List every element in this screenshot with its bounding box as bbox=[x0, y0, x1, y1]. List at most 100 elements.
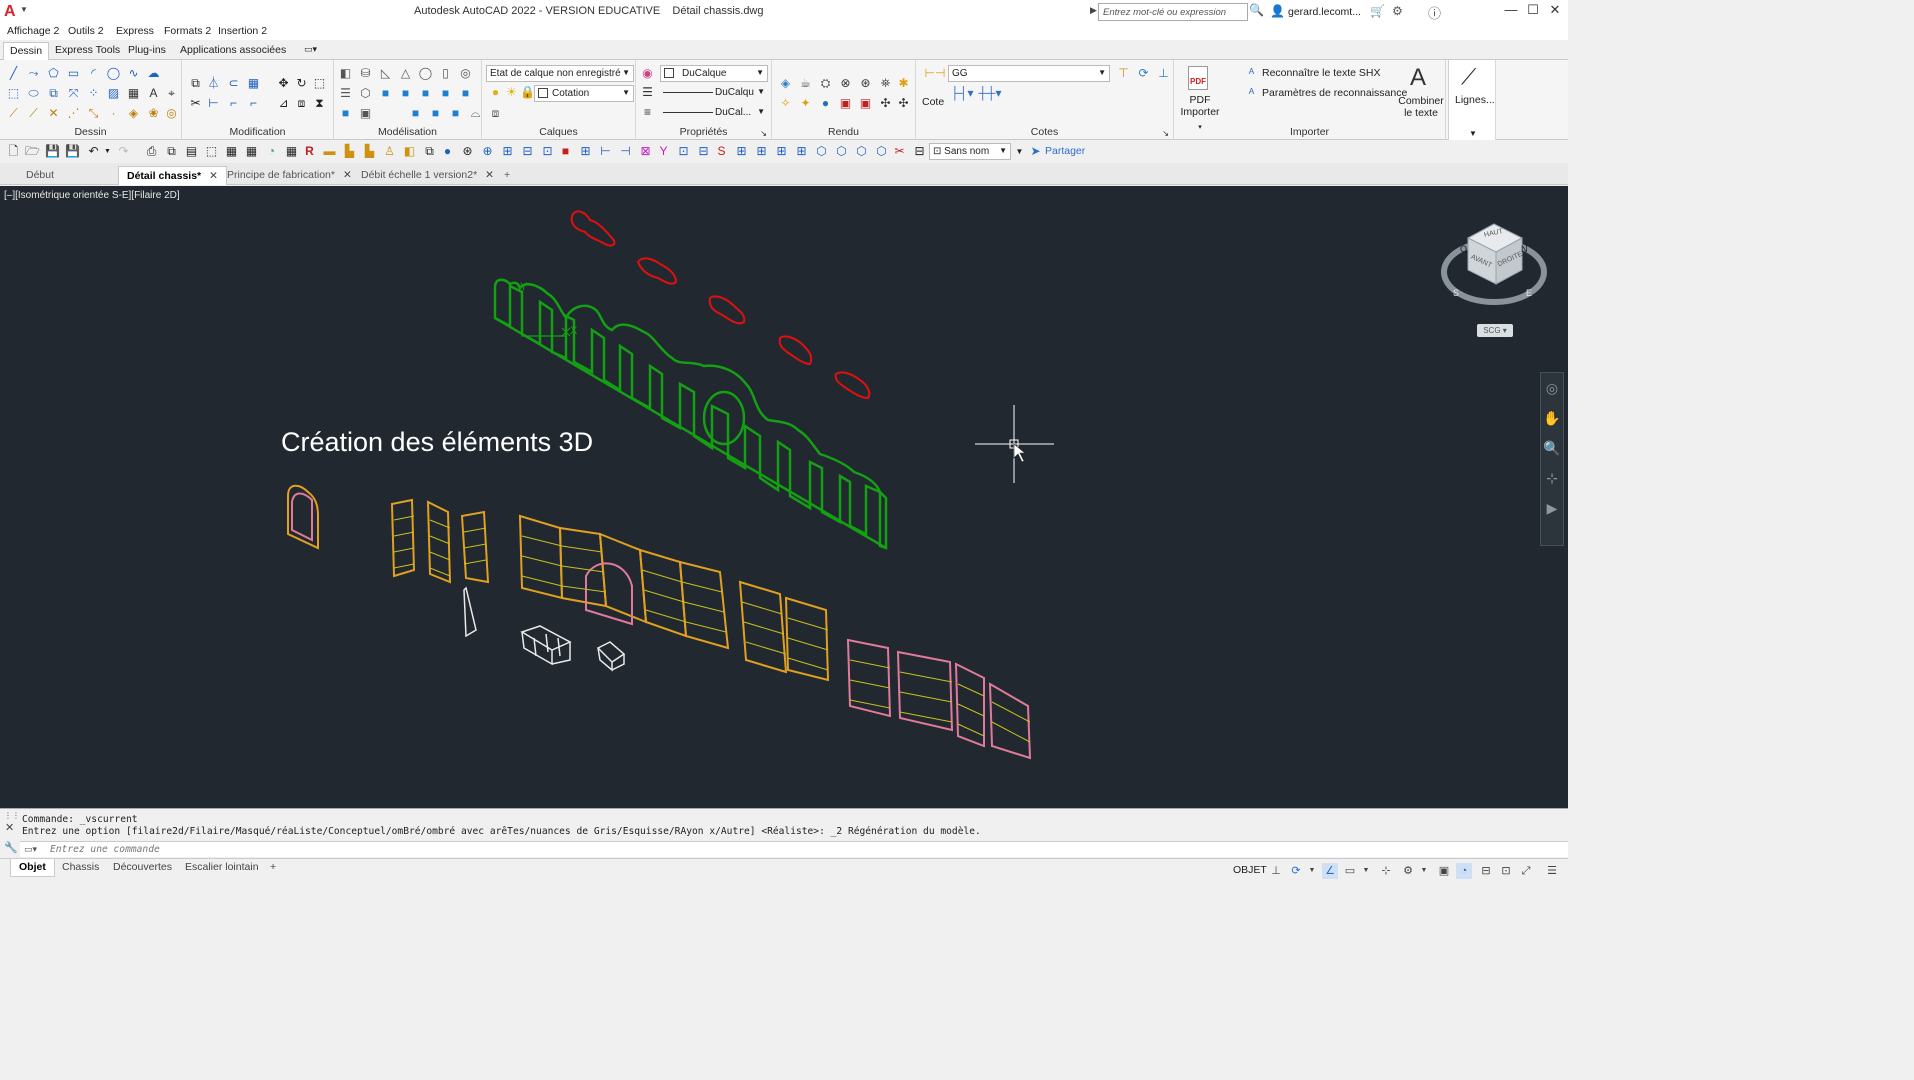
polygon-icon[interactable]: ⬠ bbox=[46, 66, 61, 81]
grip-icon[interactable]: ⋮⋮ bbox=[4, 811, 20, 820]
boundary-icon[interactable]: ⧉ bbox=[46, 86, 61, 101]
text-icon[interactable]: A bbox=[146, 86, 161, 101]
menu-item-formats[interactable]: Formats 2 bbox=[164, 25, 211, 37]
lightbulb-icon[interactable]: ● bbox=[488, 85, 503, 100]
sweep-icon[interactable]: ■ bbox=[378, 86, 393, 101]
camera-icon[interactable]: ⛯ bbox=[878, 76, 893, 91]
qat-customize-icon[interactable]: ▼ bbox=[1012, 144, 1027, 159]
chevron-down-icon[interactable]: ▼ bbox=[1358, 863, 1374, 879]
toolbar-icon-38[interactable]: ⬡ bbox=[854, 144, 869, 159]
chamfer-icon[interactable]: ⌐ bbox=[246, 96, 261, 111]
compass-north-label[interactable]: N bbox=[1521, 244, 1528, 254]
toolbar-icon-33[interactable]: ⊞ bbox=[754, 144, 769, 159]
orbit-icon[interactable]: ⊹ bbox=[1541, 463, 1563, 493]
color-wheel-icon[interactable]: ◉ bbox=[640, 66, 655, 81]
spot-light-icon[interactable]: ✧ bbox=[778, 96, 793, 111]
named-view-dropdown[interactable]: ⊡ Sans nom ▼ bbox=[929, 143, 1011, 160]
spline-icon[interactable]: ∿ bbox=[126, 66, 141, 81]
toolbar-icon-12[interactable]: ▙ bbox=[342, 144, 357, 159]
share-icon[interactable]: ➤ bbox=[1028, 144, 1043, 159]
donut-icon[interactable]: ◈ bbox=[126, 106, 141, 121]
ray-icon[interactable]: ⟋ bbox=[26, 106, 41, 121]
dialog-launcher-icon[interactable]: ↘ bbox=[760, 129, 767, 138]
compass-east-label[interactable]: E bbox=[1526, 288, 1532, 298]
toolbar-icon-34[interactable]: ⊞ bbox=[774, 144, 789, 159]
lines-icon[interactable]: ⟋ bbox=[1461, 64, 1476, 90]
help-search-input[interactable]: Entrez mot-clé ou expression bbox=[1098, 3, 1248, 21]
polar-icon[interactable]: ▭ bbox=[1342, 863, 1358, 879]
dim-update-icon[interactable]: ⟳ bbox=[1136, 66, 1151, 81]
copy-icon[interactable]: ⧉ bbox=[188, 76, 203, 91]
toolbar-icon-36[interactable]: ⬡ bbox=[814, 144, 829, 159]
toolbar-icon-35[interactable]: ⊞ bbox=[794, 144, 809, 159]
cylinder-icon[interactable]: ⛁ bbox=[358, 66, 373, 81]
compass-south-label[interactable]: S bbox=[1453, 288, 1459, 298]
continue-dim-icon[interactable]: ├┤▾ bbox=[950, 86, 974, 101]
mirror-icon[interactable]: ⏃ bbox=[206, 76, 221, 91]
properties-icon[interactable]: ▦ bbox=[224, 144, 239, 159]
isodraft-icon[interactable]: ⊹ bbox=[1378, 863, 1394, 879]
model-space-toggle[interactable]: OBJET bbox=[1233, 864, 1267, 876]
doc-tab-principe[interactable]: Principe de fabrication* ✕ bbox=[219, 166, 360, 185]
a360-icon[interactable]: ⚙ bbox=[1392, 4, 1403, 18]
baseline-dim-icon[interactable]: ┼┼▾ bbox=[978, 86, 1002, 101]
toolbar-icon-11[interactable]: ▬ bbox=[322, 144, 337, 159]
drawing-viewport[interactable]: [–][Isométrique orientée S-E][Filaire 2D… bbox=[0, 186, 1568, 808]
toolbar-icon-20[interactable]: ⊞ bbox=[500, 144, 515, 159]
toolbar-icon-23[interactable]: ■ bbox=[558, 144, 573, 159]
cart-icon[interactable]: 🛒 bbox=[1370, 4, 1385, 18]
workspace-gear-icon[interactable]: ⚙ bbox=[1400, 863, 1416, 879]
layer-match-icon[interactable]: ⧈ bbox=[488, 106, 503, 121]
union-icon[interactable]: ■ bbox=[438, 86, 453, 101]
undo-caret-icon[interactable]: ▼ bbox=[100, 144, 115, 159]
tag-icon[interactable]: ⌖ bbox=[164, 86, 179, 101]
linetype-dropdown[interactable]: DuCalqu ▼ bbox=[660, 85, 768, 102]
ortho-icon[interactable]: ∠ bbox=[1322, 863, 1338, 879]
current-layer-dropdown[interactable]: Cotation ▼ bbox=[534, 85, 634, 102]
save-as-icon[interactable]: 💾 bbox=[65, 144, 80, 159]
toolbar-icon-18[interactable]: ⊛ bbox=[460, 144, 475, 159]
fillet-icon[interactable]: ⌐ bbox=[226, 96, 241, 111]
line-icon[interactable]: ╱ bbox=[6, 66, 21, 81]
chevron-right-icon[interactable]: ▶ bbox=[1090, 5, 1097, 16]
toolbar-icon-27[interactable]: ⊠ bbox=[638, 144, 653, 159]
toolbar-icon-24[interactable]: ⊞ bbox=[578, 144, 593, 159]
toolbar-icon-22[interactable]: ⊡ bbox=[540, 144, 555, 159]
layout-tab-decouvertes[interactable]: Découvertes bbox=[105, 859, 180, 877]
undo-icon[interactable]: ↶ bbox=[86, 144, 101, 159]
zoom-icon[interactable]: 🔍 bbox=[1541, 433, 1563, 463]
rectangle-icon[interactable]: ▭ bbox=[66, 66, 81, 81]
dim-break-icon[interactable]: ⊥ bbox=[1156, 66, 1171, 81]
cote-label[interactable]: Cote bbox=[922, 96, 944, 108]
bulb-icon[interactable]: ✱ bbox=[896, 76, 911, 91]
point-icon[interactable]: ⁘ bbox=[86, 86, 101, 101]
menu-item-outils[interactable]: Outils 2 bbox=[68, 25, 104, 37]
search-icon[interactable]: 🔍 bbox=[1249, 3, 1265, 21]
dynamic-input-icon[interactable]: ⟳ bbox=[1288, 863, 1304, 879]
toolbar-icon-40[interactable]: ✂ bbox=[892, 144, 907, 159]
panel-title-calques[interactable]: Calques bbox=[482, 126, 635, 138]
calc-icon[interactable]: ▦ bbox=[284, 144, 299, 159]
rotate-icon[interactable]: ↻ bbox=[294, 76, 309, 91]
dim-text-icon[interactable]: ⊤ bbox=[1116, 66, 1131, 81]
color-dropdown[interactable]: DuCalque ▼ bbox=[660, 65, 768, 82]
annotation-icon[interactable]: ▣ bbox=[1436, 863, 1452, 879]
linetype-icon[interactable]: ☰ bbox=[640, 85, 655, 100]
extend-icon[interactable]: ⊢ bbox=[206, 96, 221, 111]
toolbar-icon-15[interactable]: ◧ bbox=[402, 144, 417, 159]
measure-icon[interactable]: ⤡ bbox=[86, 106, 101, 121]
publish-icon[interactable]: ▤ bbox=[184, 144, 199, 159]
materials-browser-icon[interactable]: ▣ bbox=[838, 96, 853, 111]
doc-tab-debit[interactable]: Débit échelle 1 version2* ✕ bbox=[353, 166, 502, 185]
menu-item-insertion[interactable]: Insertion 2 bbox=[218, 25, 267, 37]
help-icon[interactable]: ⓘ bbox=[1428, 3, 1441, 22]
material-map-icon[interactable]: ▣ bbox=[858, 96, 873, 111]
dimension-icon[interactable]: ⊢⊣ bbox=[922, 66, 948, 81]
lineweight-icon[interactable]: ≡ bbox=[640, 105, 655, 120]
toolbar-icon-41[interactable]: ⊟ bbox=[912, 144, 927, 159]
toolbar-icon-14[interactable]: ♙ bbox=[382, 144, 397, 159]
tab-applications[interactable]: Applications associées bbox=[174, 42, 292, 60]
new-tab-button[interactable]: + bbox=[496, 166, 518, 185]
hardware-accel-icon[interactable]: ◔ bbox=[1456, 863, 1472, 879]
tab-express-tools[interactable]: Express Tools bbox=[49, 42, 126, 60]
